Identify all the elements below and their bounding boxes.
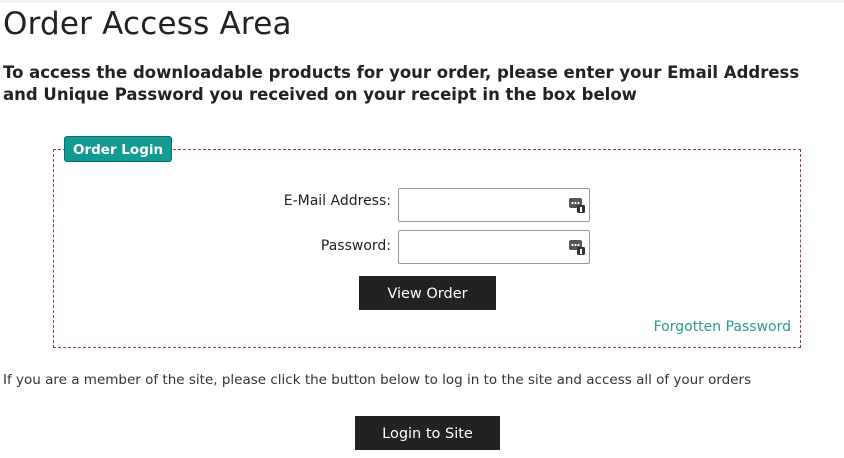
email-label: E-Mail Address: <box>283 193 391 209</box>
password-field-wrapper <box>398 230 590 264</box>
order-login-legend: Order Login <box>64 136 173 162</box>
intro-text: To access the downloadable products for … <box>3 63 800 104</box>
email-field-wrapper <box>398 188 590 222</box>
password-manager-key-icon[interactable] <box>568 196 586 214</box>
password-label: Password: <box>320 238 391 254</box>
password-field[interactable] <box>399 231 571 261</box>
login-to-site-button[interactable]: Login to Site <box>355 416 500 450</box>
email-field[interactable] <box>399 189 571 219</box>
page-title: Order Access Area <box>3 6 292 42</box>
forgotten-password-link[interactable]: Forgotten Password <box>654 319 791 335</box>
member-info-text: If you are a member of the site, please … <box>3 372 752 388</box>
view-order-button[interactable]: View Order <box>359 276 496 310</box>
top-divider <box>0 0 844 3</box>
password-manager-key-icon[interactable] <box>568 238 586 256</box>
